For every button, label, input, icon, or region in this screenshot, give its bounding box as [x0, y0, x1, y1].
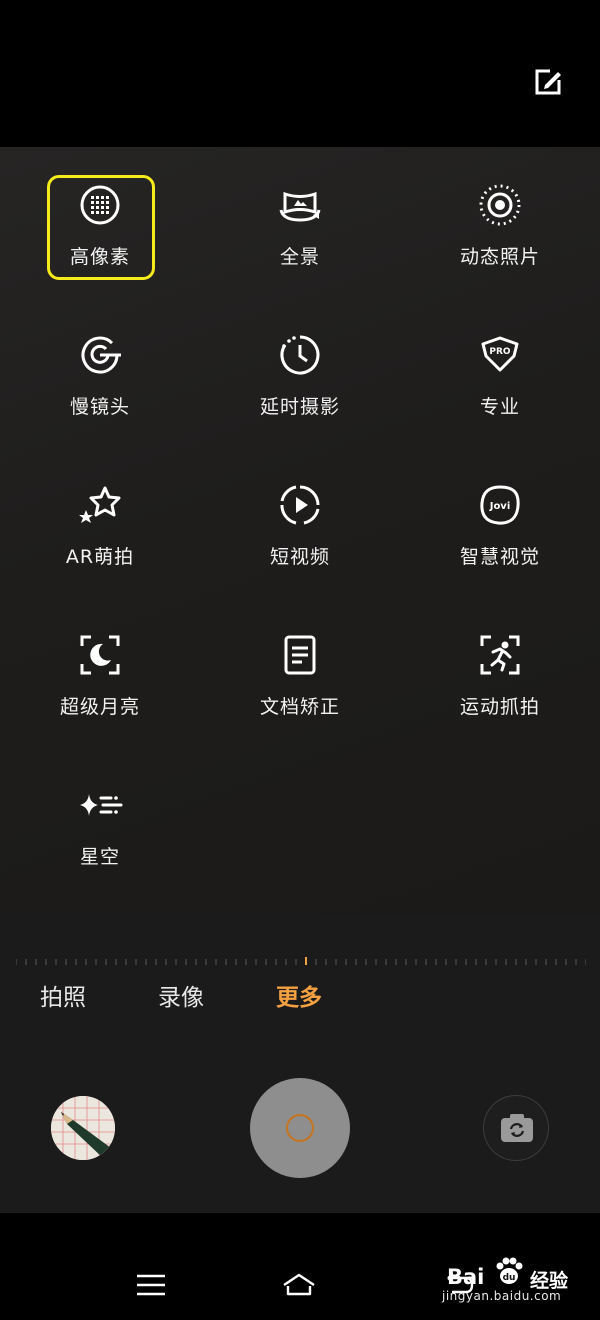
watermark-url: jingyan.baidu.com — [442, 1289, 562, 1303]
svg-text:PRO: PRO — [489, 347, 511, 357]
mode-super-moon[interactable]: 超级月亮 — [20, 600, 180, 730]
shutter-center-ring — [286, 1114, 314, 1142]
gallery-thumbnail[interactable] — [51, 1096, 115, 1160]
selected-mode-highlight — [47, 175, 155, 280]
short-video-icon — [280, 485, 320, 525]
mode-pro[interactable]: PRO 专业 — [420, 300, 580, 430]
mode-label: 运动抓拍 — [459, 696, 540, 718]
edit-icon[interactable] — [532, 66, 564, 98]
gallery-preview-image — [51, 1096, 115, 1160]
ar-stars-icon — [79, 486, 121, 523]
mode-ar[interactable]: AR萌拍 — [20, 450, 180, 580]
mode-slow-motion[interactable]: 慢镜头 — [20, 300, 180, 430]
tab-photo[interactable]: 拍照 — [40, 978, 86, 1012]
top-bar — [0, 0, 600, 147]
camera-switch-icon — [501, 1114, 533, 1142]
panorama-icon — [279, 191, 321, 222]
mode-jovi[interactable]: Jovi 智慧视觉 — [420, 450, 580, 580]
tab-more[interactable]: 更多 — [276, 978, 322, 1012]
live-photo-icon — [479, 184, 521, 226]
home-icon[interactable] — [282, 1268, 316, 1302]
mode-panorama[interactable]: 全景 — [220, 150, 380, 280]
mode-label: 短视频 — [269, 546, 330, 568]
mode-label: 智慧视觉 — [459, 546, 540, 568]
mode-document[interactable]: 文档矫正 — [220, 600, 380, 730]
mode-ruler[interactable] — [16, 957, 586, 965]
sport-icon — [480, 635, 520, 675]
mode-sport[interactable]: 运动抓拍 — [420, 600, 580, 730]
slow-motion-icon — [81, 336, 121, 374]
mode-label: 延时摄影 — [259, 396, 340, 418]
svg-text:du: du — [503, 1273, 516, 1283]
mode-live-photo[interactable]: 动态照片 — [420, 150, 580, 280]
mode-label: 慢镜头 — [69, 396, 130, 418]
document-icon — [284, 635, 316, 675]
mode-label: 文档矫正 — [259, 696, 340, 718]
mode-label: 全景 — [279, 246, 320, 268]
mode-label: 超级月亮 — [59, 696, 140, 718]
timelapse-icon — [280, 335, 320, 375]
starry-sky-icon — [80, 794, 123, 816]
mode-short-video[interactable]: 短视频 — [220, 450, 380, 580]
watermark-logo: Bai — [447, 1265, 485, 1289]
mode-label: AR萌拍 — [65, 546, 135, 568]
mode-label: 动态照片 — [459, 246, 540, 268]
mode-label: 专业 — [479, 396, 520, 418]
svg-text:Jovi: Jovi — [489, 501, 511, 512]
menu-icon[interactable] — [134, 1268, 168, 1302]
mode-label: 星空 — [79, 846, 120, 868]
mode-starry-sky[interactable]: 星空 — [20, 750, 180, 880]
mode-timelapse[interactable]: 延时摄影 — [220, 300, 380, 430]
super-moon-icon — [80, 635, 120, 675]
paw-icon: du — [496, 1257, 523, 1284]
tab-video[interactable]: 录像 — [158, 978, 204, 1012]
camera-switch-button[interactable] — [483, 1095, 549, 1161]
pro-icon: PRO — [481, 336, 519, 372]
jovi-icon: Jovi — [480, 485, 520, 525]
